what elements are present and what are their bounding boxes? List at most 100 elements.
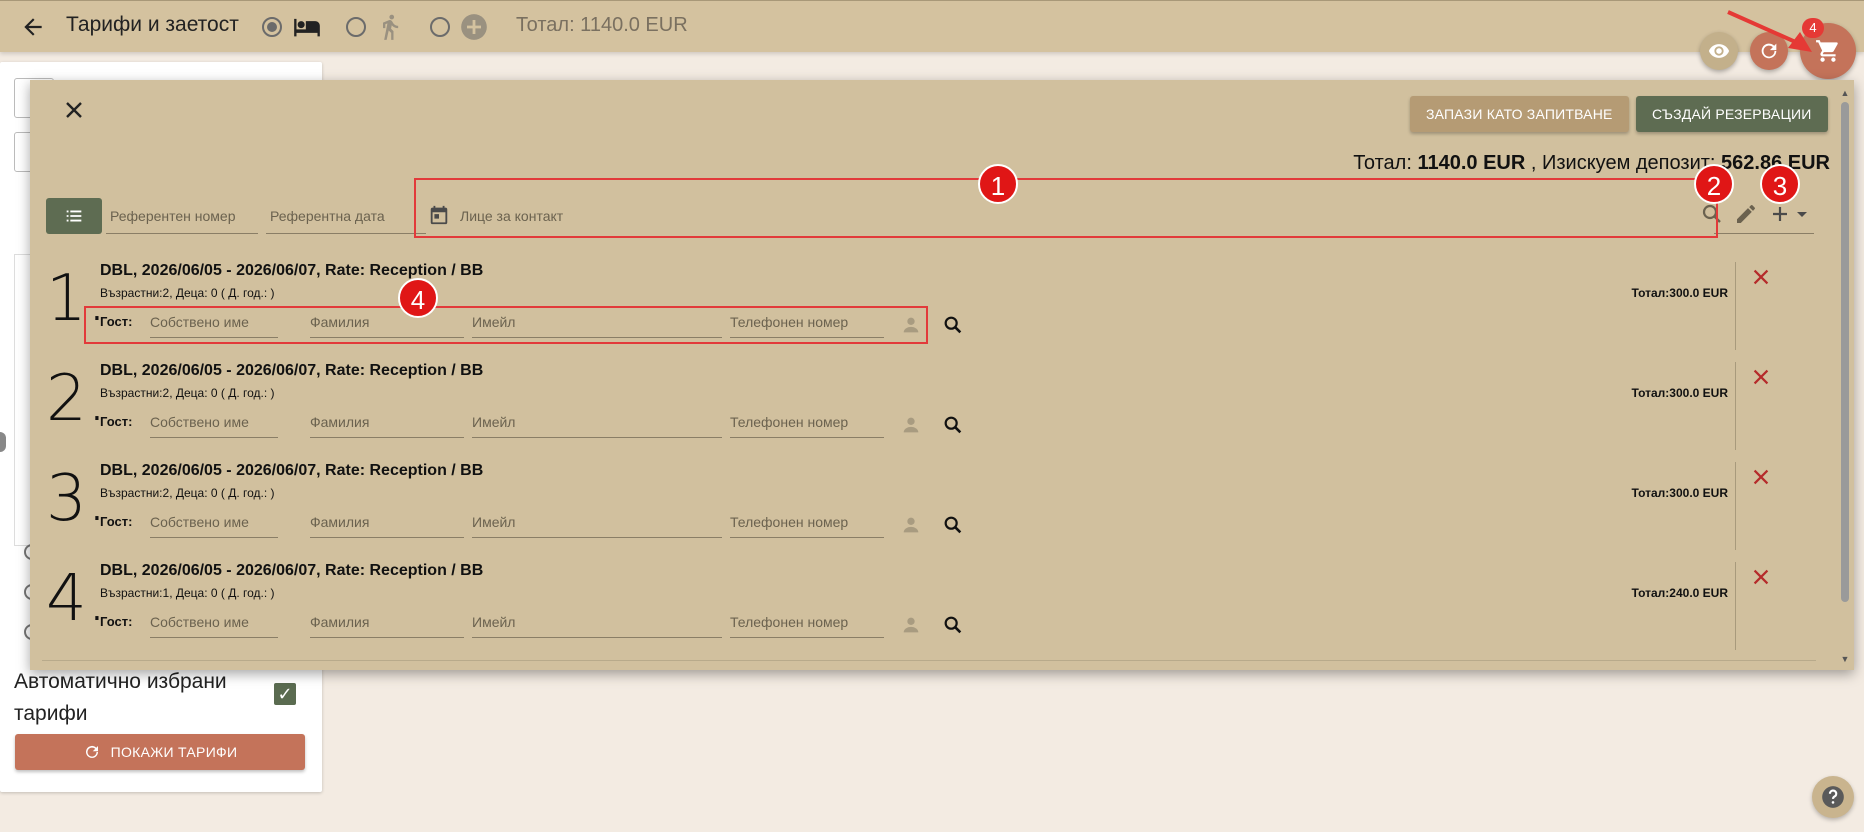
item-number: 2. [46, 362, 108, 436]
top-app-bar: Тарифи и заетост Тотал: 1140.0 EUR [0, 0, 1864, 52]
last-name-input[interactable]: Фамилия [310, 400, 464, 438]
refresh-icon [85, 745, 98, 758]
toolbar-underline [1714, 233, 1814, 234]
add-icon[interactable] [1768, 202, 1794, 228]
last-name-input[interactable]: Фамилия [310, 300, 464, 338]
walk-icon [376, 13, 406, 41]
item-number: 3. [46, 462, 108, 536]
divider [42, 660, 1816, 661]
search-icon[interactable] [942, 414, 964, 436]
email-input[interactable]: Имейл [472, 400, 722, 438]
item-guests: Възрастни:2, Деца: 0 ( Д. год.: ) [100, 286, 275, 300]
auto-rates-checkbox[interactable]: ✓ [274, 683, 296, 705]
remove-item-icon[interactable] [1748, 566, 1774, 592]
dialog-totals: Тотал: 1140.0 EUR , Изискуем депозит: 56… [1353, 152, 1830, 175]
cart-item: 1. DBL, 2026/06/05 - 2026/06/07, Rate: R… [30, 256, 1790, 356]
annotation-marker-3: 3 [1760, 164, 1800, 204]
scroll-down-icon[interactable]: ▼ [1840, 654, 1850, 664]
person-icon[interactable] [900, 614, 922, 636]
create-reservation-button[interactable]: СЪЗДАЙ РЕЗЕРВАЦИИ [1636, 96, 1828, 132]
item-title: DBL, 2026/06/05 - 2026/06/07, Rate: Rece… [100, 462, 484, 479]
reference-number-input[interactable]: Референтен номер [106, 196, 258, 234]
totals-value: 1140.0 EUR [1417, 152, 1526, 174]
bed-icon [292, 13, 322, 41]
email-input[interactable]: Имейл [472, 500, 722, 538]
person-icon[interactable] [900, 314, 922, 336]
divider [1735, 362, 1736, 450]
phone-input[interactable]: Телефонен номер [730, 500, 884, 538]
list-toggle-button[interactable] [46, 198, 102, 234]
first-name-input[interactable]: Собствено име [150, 500, 278, 538]
cart-item: 4. DBL, 2026/06/05 - 2026/06/07, Rate: R… [30, 556, 1790, 656]
phone-input[interactable]: Телефонен номер [730, 300, 884, 338]
divider [1735, 462, 1736, 550]
item-guests: Възрастни:1, Деца: 0 ( Д. год.: ) [100, 586, 275, 600]
remove-item-icon[interactable] [1748, 266, 1774, 292]
item-number: 4. [46, 562, 108, 636]
header-total: Тотал: 1140.0 EUR [516, 14, 688, 36]
annotation-arrow [1727, 10, 1812, 52]
guest-label: Гост: [100, 614, 133, 629]
guest-label: Гост: [100, 514, 133, 529]
mode-radio-rooms[interactable] [262, 17, 282, 37]
cart-item: 2. DBL, 2026/06/05 - 2026/06/07, Rate: R… [30, 356, 1790, 456]
divider [1735, 262, 1736, 350]
dialog-scrollbar[interactable]: ▲ ▼ [1840, 88, 1850, 664]
item-title: DBL, 2026/06/05 - 2026/06/07, Rate: Rece… [100, 362, 484, 379]
edit-icon[interactable] [1734, 202, 1760, 228]
search-icon[interactable] [942, 514, 964, 536]
person-icon[interactable] [900, 414, 922, 436]
reservation-cart-dialog: ЗАПАЗИ КАТО ЗАПИТВАНЕ СЪЗДАЙ РЕЗЕРВАЦИИ … [30, 80, 1854, 670]
remove-item-icon[interactable] [1748, 466, 1774, 492]
back-arrow-icon[interactable] [20, 14, 46, 40]
person-icon[interactable] [900, 514, 922, 536]
deposit-prefix: , Изискуем депозит: [1530, 152, 1716, 174]
phone-input[interactable]: Телефонен номер [730, 400, 884, 438]
divider [1735, 562, 1736, 650]
annotation-marker-2: 2 [1694, 164, 1734, 204]
last-name-input[interactable]: Фамилия [310, 600, 464, 638]
last-name-input[interactable]: Фамилия [310, 500, 464, 538]
dropdown-arrow-icon[interactable] [1794, 202, 1820, 228]
item-total: Тотал:240.0 EUR [1631, 586, 1728, 600]
help-icon [1822, 786, 1844, 808]
item-title: DBL, 2026/06/05 - 2026/06/07, Rate: Rece… [100, 262, 484, 279]
search-icon[interactable] [942, 614, 964, 636]
side-handle[interactable] [0, 432, 6, 452]
first-name-input[interactable]: Собствено име [150, 600, 278, 638]
help-button[interactable] [1812, 776, 1854, 818]
remove-item-icon[interactable] [1748, 366, 1774, 392]
email-input[interactable]: Имейл [472, 600, 722, 638]
item-guests: Възрастни:2, Деца: 0 ( Д. год.: ) [100, 386, 275, 400]
annotation-marker-1: 1 [978, 164, 1018, 204]
first-name-input[interactable]: Собствено име [150, 400, 278, 438]
phone-input[interactable]: Телефонен номер [730, 600, 884, 638]
show-rates-button[interactable]: ПОКАЖИ ТАРИФИ [15, 734, 305, 770]
close-icon[interactable] [60, 98, 88, 126]
guest-label: Гост: [100, 314, 133, 329]
guest-label: Гост: [100, 414, 133, 429]
save-as-inquiry-button[interactable]: ЗАПАЗИ КАТО ЗАПИТВАНЕ [1410, 96, 1629, 132]
scroll-up-icon[interactable]: ▲ [1840, 88, 1850, 98]
cart-item: 3. DBL, 2026/06/05 - 2026/06/07, Rate: R… [30, 456, 1790, 556]
reference-date-input[interactable]: Референтна дата [266, 196, 426, 234]
item-title: DBL, 2026/06/05 - 2026/06/07, Rate: Rece… [100, 562, 484, 579]
email-input[interactable]: Имейл [472, 300, 722, 338]
search-icon[interactable] [942, 314, 964, 336]
mode-radio-walkin[interactable] [346, 17, 366, 37]
scrollbar-thumb[interactable] [1841, 102, 1849, 602]
mode-radio-extras[interactable] [430, 17, 450, 37]
item-total: Тотал:300.0 EUR [1631, 386, 1728, 400]
cart-icon [1816, 40, 1838, 62]
item-guests: Възрастни:2, Деца: 0 ( Д. год.: ) [100, 486, 275, 500]
annotation-box-contact [414, 178, 1718, 238]
add-circle-icon [460, 13, 490, 41]
auto-rates-label: Автоматично избрани тарифи [14, 670, 227, 725]
item-number: 1. [46, 262, 108, 336]
item-total: Тотал:300.0 EUR [1631, 486, 1728, 500]
first-name-input[interactable]: Собствено име [150, 300, 278, 338]
page-title: Тарифи и заетост [66, 13, 239, 36]
show-rates-label: ПОКАЖИ ТАРИФИ [110, 744, 238, 760]
totals-prefix: Тотал: [1353, 152, 1412, 174]
list-icon [66, 210, 82, 222]
